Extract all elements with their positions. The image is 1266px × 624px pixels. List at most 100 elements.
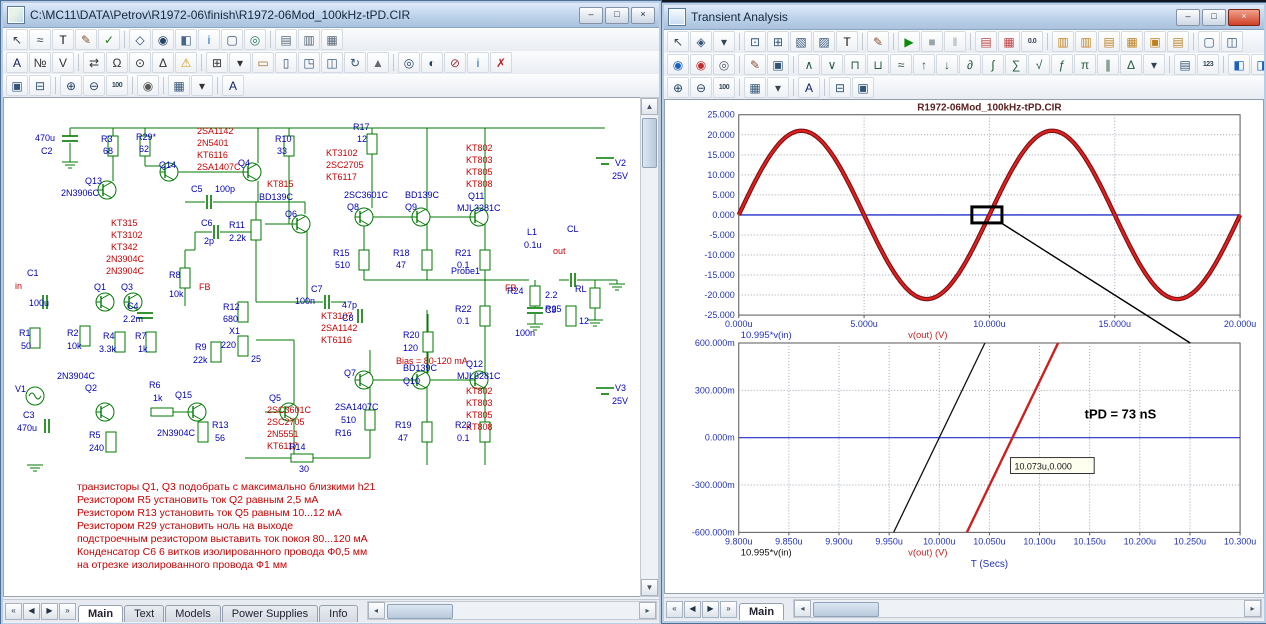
- mirror-tool-icon[interactable]: ◫: [321, 52, 343, 73]
- cursor-valley-icon[interactable]: ∨: [821, 54, 843, 75]
- tile-vertical-icon[interactable]: ▥: [1075, 31, 1097, 52]
- help-tool-icon[interactable]: i: [467, 52, 489, 73]
- cascade-plots-icon[interactable]: ▥: [1052, 31, 1074, 52]
- numeric-output-toggle-icon[interactable]: 0.0: [1021, 31, 1043, 52]
- right-titlebar[interactable]: Transient Analysis –□×: [664, 5, 1264, 30]
- grid-style-icon[interactable]: ▦: [168, 75, 190, 96]
- track-cursors-icon[interactable]: ◨: [1251, 54, 1264, 75]
- scale-mode-icon[interactable]: ⊞: [767, 31, 789, 52]
- minimize-button[interactable]: –: [1176, 9, 1200, 26]
- info-tool-icon[interactable]: i: [198, 29, 220, 50]
- close-button[interactable]: ×: [1228, 9, 1260, 26]
- select-tool-icon[interactable]: ↖: [6, 29, 28, 50]
- split-window-icon[interactable]: ◳: [298, 52, 320, 73]
- scroll-right-arrow[interactable]: ▸: [639, 602, 656, 619]
- grid-style-icon[interactable]: ▦: [744, 77, 766, 98]
- data-points-toggle-icon[interactable]: ▤: [975, 31, 997, 52]
- maximize-button[interactable]: □: [605, 7, 629, 24]
- ops-dropdown-icon[interactable]: ▾: [1143, 54, 1165, 75]
- sum-op-icon[interactable]: ∑: [1005, 54, 1027, 75]
- last-page-button[interactable]: »: [59, 603, 76, 620]
- go-to-branch-icon[interactable]: ◎: [713, 54, 735, 75]
- stop-button-icon[interactable]: ■: [921, 31, 943, 52]
- region-enable-icon[interactable]: ◧: [175, 29, 197, 50]
- text-mode-icon[interactable]: T: [836, 31, 858, 52]
- cursor-high-icon[interactable]: ⊓: [844, 54, 866, 75]
- paste-tool-icon[interactable]: ▣: [6, 75, 28, 96]
- node-voltages-icon[interactable]: V: [52, 52, 74, 73]
- go-to-x-icon[interactable]: ◉: [667, 54, 689, 75]
- paste-tool-icon[interactable]: ▣: [852, 77, 874, 98]
- tab-text[interactable]: Text: [124, 605, 164, 622]
- select-tool-icon[interactable]: ↖: [667, 31, 689, 52]
- cursor-inflection-icon[interactable]: ≈: [890, 54, 912, 75]
- minimize-button[interactable]: –: [579, 7, 603, 24]
- zoom-out-icon[interactable]: ⊖: [690, 77, 712, 98]
- shape-tool-icon[interactable]: ▲: [367, 52, 389, 73]
- print-preview-icon[interactable]: ▦: [321, 29, 343, 50]
- grid-options-dropdown-icon[interactable]: ▾: [229, 52, 251, 73]
- snapshot-tool-icon[interactable]: ◉: [137, 75, 159, 96]
- find-next-tool-icon[interactable]: ◐: [421, 52, 443, 73]
- page-setup-icon[interactable]: ▯: [275, 52, 297, 73]
- cursor-peak-icon[interactable]: ∧: [798, 54, 820, 75]
- scroll-down-arrow[interactable]: ▼: [641, 579, 658, 596]
- font-tool-icon[interactable]: A: [798, 77, 820, 98]
- left-horizontal-scrollbar[interactable]: ◂ ▸: [367, 601, 657, 620]
- probe-mode-icon[interactable]: ▨: [813, 31, 835, 52]
- scroll-left-arrow[interactable]: ◂: [794, 600, 811, 617]
- tokens-toggle-icon[interactable]: ▦: [998, 31, 1020, 52]
- previous-page-button[interactable]: ◀: [684, 601, 701, 618]
- font-attributes-icon[interactable]: A: [6, 52, 28, 73]
- node-numbers-icon[interactable]: №: [29, 52, 51, 73]
- warning-display-icon[interactable]: ⚠: [175, 52, 197, 73]
- global-low-icon[interactable]: ↓: [936, 54, 958, 75]
- maximize-plot-icon[interactable]: ▢: [1198, 31, 1220, 52]
- pan-mode-icon[interactable]: ▧: [790, 31, 812, 52]
- schematic-canvas[interactable]: 470uC2R368R29*62Q132N3906CQ142SA11422N54…: [3, 97, 642, 597]
- zoom-100-icon[interactable]: 100: [106, 75, 128, 96]
- grid-style-dropdown-icon[interactable]: ▾: [767, 77, 789, 98]
- grid-toggle-icon[interactable]: ⊞: [206, 52, 228, 73]
- next-page-button[interactable]: ▶: [702, 601, 719, 618]
- integral-op-icon[interactable]: ∫: [982, 54, 1004, 75]
- component-mode-icon[interactable]: ◇: [129, 29, 151, 50]
- scope-probe-icon[interactable]: ◉: [152, 29, 174, 50]
- maximize-button[interactable]: □: [1202, 9, 1226, 26]
- split-plot-icon[interactable]: ◫: [1221, 31, 1243, 52]
- scroll-left-arrow[interactable]: ◂: [368, 602, 385, 619]
- power-display-icon[interactable]: Ω: [106, 52, 128, 73]
- run-button-icon[interactable]: ▶: [898, 31, 920, 52]
- browser-tool-icon[interactable]: ◎: [244, 29, 266, 50]
- first-page-button[interactable]: «: [5, 603, 22, 620]
- global-high-icon[interactable]: ↑: [913, 54, 935, 75]
- scroll-up-arrow[interactable]: ▲: [641, 98, 658, 115]
- window-tool-icon[interactable]: ▢: [221, 29, 243, 50]
- panel-view-icon[interactable]: ▤: [1167, 31, 1189, 52]
- go-to-y-icon[interactable]: ◉: [690, 54, 712, 75]
- horizontal-scroll-thumb[interactable]: [387, 604, 453, 619]
- parallel-op-icon[interactable]: ∥: [1097, 54, 1119, 75]
- thumbnail-view-icon[interactable]: ▣: [1144, 31, 1166, 52]
- rotate-tool-icon[interactable]: ↻: [344, 52, 366, 73]
- scroll-right-arrow[interactable]: ▸: [1244, 600, 1261, 617]
- close-file-button-icon[interactable]: ✗: [490, 52, 512, 73]
- close-button[interactable]: ×: [631, 7, 655, 24]
- tab-info[interactable]: Info: [319, 605, 357, 622]
- tab-power-supplies[interactable]: Power Supplies: [222, 605, 318, 622]
- tab-main[interactable]: Main: [78, 605, 123, 622]
- copy-tool-icon[interactable]: ⊟: [29, 75, 51, 96]
- next-page-button[interactable]: ▶: [41, 603, 58, 620]
- sqrt-op-icon[interactable]: √: [1028, 54, 1050, 75]
- pin-display-icon[interactable]: ⊙: [129, 52, 151, 73]
- horizontal-scroll-thumb[interactable]: [813, 602, 879, 617]
- list-view-icon[interactable]: ▥: [298, 29, 320, 50]
- properties-tool-icon[interactable]: ✎: [867, 31, 889, 52]
- cursor-mode-icon[interactable]: ◈: [690, 31, 712, 52]
- numeric-format-icon[interactable]: 123: [1197, 54, 1219, 75]
- left-vertical-scrollbar[interactable]: ▲ ▼: [640, 97, 659, 597]
- flag-mode-icon[interactable]: ✓: [98, 29, 120, 50]
- tab-models[interactable]: Models: [165, 605, 220, 622]
- find-tool-icon[interactable]: ◎: [398, 52, 420, 73]
- zoom-in-icon[interactable]: ⊕: [667, 77, 689, 98]
